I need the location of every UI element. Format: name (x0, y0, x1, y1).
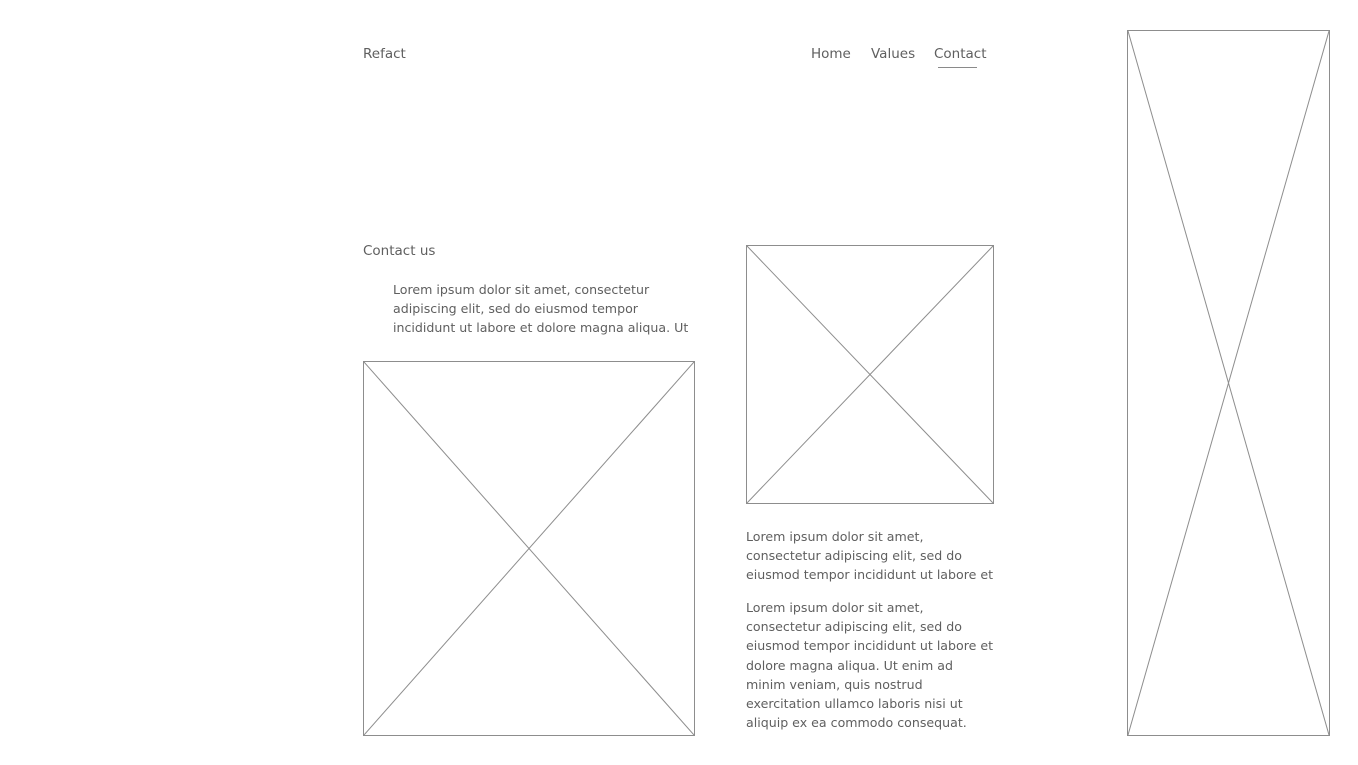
body-line: consectetur adipiscing elit, sed do (746, 619, 962, 635)
active-nav-underline (938, 67, 977, 68)
image-placeholder-main (363, 361, 695, 736)
intro-line: Lorem ipsum dolor sit amet, consectetur (393, 282, 650, 297)
body-line: aliquip ex ea commodo consequat. (746, 715, 967, 731)
body-line: eiusmod tempor incididunt ut labore et (746, 638, 994, 654)
image-placeholder-side (746, 245, 994, 504)
nav-home[interactable]: Home (811, 45, 851, 63)
body-line: minim veniam, quis nostrud (746, 676, 923, 692)
placeholder-cross-icon (364, 362, 694, 735)
placeholder-cross-icon (1128, 31, 1329, 735)
intro-line: adipiscing elit, sed do eiusmod tempor (393, 301, 638, 317)
body-paragraph-long: Lorem ipsum dolor sit amet, consectetur … (746, 598, 993, 732)
intro-line: incididunt ut labore et dolore magna ali… (393, 320, 689, 336)
image-placeholder-tall (1127, 30, 1330, 736)
body-line: dolore magna aliqua. Ut enim ad (746, 657, 954, 673)
body-line: exercitation ullamco laboris nisi ut (746, 696, 963, 712)
body-line: eiusmod tempor incididunt ut labore et (746, 567, 994, 583)
site-logo[interactable]: Refact (363, 45, 406, 63)
body-paragraph-short: Lorem ipsum dolor sit amet, consectetur … (746, 527, 993, 585)
page-title: Contact us (363, 243, 436, 259)
placeholder-cross-icon (747, 246, 993, 503)
nav-contact[interactable]: Contact (934, 45, 987, 63)
body-line: Lorem ipsum dolor sit amet, (746, 600, 924, 615)
nav-values[interactable]: Values (871, 45, 915, 63)
body-line: Lorem ipsum dolor sit amet, (746, 529, 924, 544)
intro-paragraph: Lorem ipsum dolor sit amet, consectetur … (393, 280, 688, 338)
body-line: consectetur adipiscing elit, sed do (746, 548, 962, 564)
main-nav: Home Values Contact (760, 45, 987, 71)
